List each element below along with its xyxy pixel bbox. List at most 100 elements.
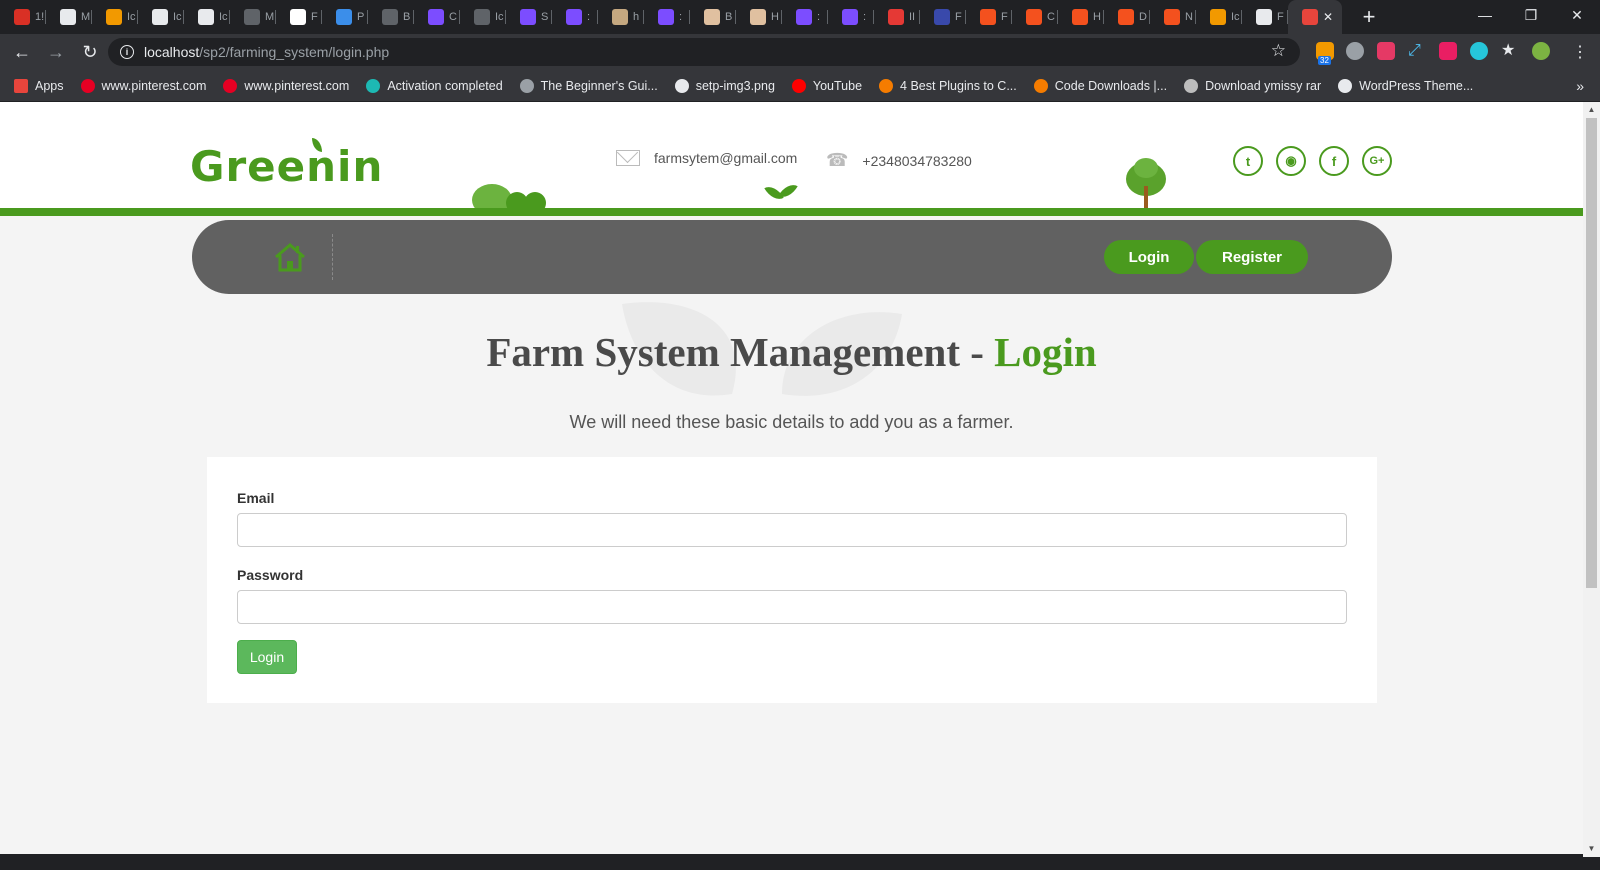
- bookmark-apps[interactable]: Apps: [14, 78, 64, 93]
- mail-icon: [616, 150, 640, 166]
- scrollbar-thumb[interactable]: [1586, 118, 1597, 588]
- browser-tab[interactable]: II: [874, 0, 920, 34]
- site-logo[interactable]: Greenin: [190, 142, 383, 191]
- browser-tab[interactable]: Ic: [184, 0, 230, 34]
- site-info-icon[interactable]: i: [120, 45, 134, 59]
- browser-tab[interactable]: N: [1150, 0, 1196, 34]
- browser-tab[interactable]: P: [322, 0, 368, 34]
- browser-menu-icon[interactable]: ⋮: [1572, 42, 1588, 62]
- scroll-up-arrow-icon[interactable]: ▲: [1583, 102, 1600, 118]
- bookmark-item[interactable]: 4 Best Plugins to C...: [879, 78, 1017, 93]
- camera-extension-icon[interactable]: [1346, 42, 1364, 60]
- browser-tab-active[interactable]: ✕: [1288, 0, 1342, 34]
- url-text[interactable]: localhost/sp2/farming_system/login.php: [144, 44, 389, 60]
- close-window-button[interactable]: ✕: [1554, 0, 1600, 30]
- google-plus-icon[interactable]: G+: [1362, 146, 1392, 176]
- tab-favicon-icon: [14, 9, 30, 25]
- browser-tab[interactable]: H: [1058, 0, 1104, 34]
- browser-tab[interactable]: F: [1242, 0, 1288, 34]
- bookmark-favicon-icon: [80, 78, 95, 93]
- page-scrollbar[interactable]: ▲ ▼: [1583, 102, 1600, 857]
- tab-favicon-icon: [520, 9, 536, 25]
- profile-avatar[interactable]: [1532, 42, 1550, 60]
- browser-tab[interactable]: Ic: [1196, 0, 1242, 34]
- forward-button[interactable]: →: [40, 36, 72, 68]
- bookmark-item[interactable]: WordPress Theme...: [1338, 78, 1473, 93]
- bookmark-item[interactable]: Activation completed: [366, 78, 503, 93]
- tab-close-icon[interactable]: ✕: [1323, 10, 1333, 24]
- back-button[interactable]: ←: [6, 36, 38, 68]
- m-extension-icon[interactable]: [1470, 42, 1488, 60]
- browser-tab[interactable]: h: [598, 0, 644, 34]
- browser-tab[interactable]: :: [828, 0, 874, 34]
- bookmark-label: Apps: [35, 78, 64, 93]
- tab-favicon-icon: [1026, 9, 1042, 25]
- browser-tab[interactable]: :: [782, 0, 828, 34]
- browser-tab[interactable]: B: [368, 0, 414, 34]
- browser-tab[interactable]: C: [414, 0, 460, 34]
- tab-favicon-icon: [842, 9, 858, 25]
- restore-button[interactable]: ❐: [1508, 0, 1554, 30]
- bookmarks-bar: Apps www.pinterest.com www.pinterest.com Ac…: [0, 70, 1600, 102]
- tab-favicon-icon: [934, 9, 950, 25]
- bookmark-item[interactable]: Download ymissy rar: [1184, 78, 1321, 93]
- nav-login-button[interactable]: Login: [1104, 240, 1194, 274]
- tab-favicon-icon: [106, 9, 122, 25]
- bookmark-item[interactable]: Code Downloads |...: [1033, 78, 1167, 93]
- facebook-icon[interactable]: f: [1319, 146, 1349, 176]
- expand-extension-icon[interactable]: ⤢: [1408, 42, 1426, 60]
- minimize-button[interactable]: —: [1462, 0, 1508, 30]
- browser-tab[interactable]: C: [1012, 0, 1058, 34]
- page-viewport: Greenin farmsytem@gmail.com ☎ +234803478…: [0, 102, 1583, 857]
- scroll-down-arrow-icon[interactable]: ▼: [1583, 841, 1600, 857]
- browser-tab[interactable]: B: [690, 0, 736, 34]
- bookmark-label: YouTube: [812, 78, 863, 93]
- browser-tab[interactable]: Ic: [460, 0, 506, 34]
- bookmark-item[interactable]: setp-img3.png: [674, 78, 775, 93]
- browser-tab[interactable]: :: [644, 0, 690, 34]
- browser-tab[interactable]: :: [552, 0, 598, 34]
- bookmarks-overflow-icon[interactable]: »: [1576, 78, 1584, 94]
- phone-text: +2348034783280: [862, 152, 972, 169]
- email-field[interactable]: [237, 513, 1347, 547]
- login-submit-button[interactable]: Login: [237, 640, 297, 674]
- browser-tab[interactable]: 1!: [0, 0, 46, 34]
- bookmark-label: Activation completed: [387, 78, 503, 93]
- bookmark-item[interactable]: www.pinterest.com: [223, 78, 349, 93]
- browser-tab[interactable]: H: [736, 0, 782, 34]
- browser-tab[interactable]: M: [46, 0, 92, 34]
- reload-button[interactable]: ↻: [74, 36, 106, 68]
- bookmark-label: www.pinterest.com: [101, 78, 207, 93]
- password-field[interactable]: [237, 590, 1347, 624]
- browser-tab[interactable]: F: [276, 0, 322, 34]
- browser-tab[interactable]: F: [920, 0, 966, 34]
- new-tab-button[interactable]: +: [1352, 4, 1386, 30]
- upwork-extension-icon[interactable]: [1439, 42, 1457, 60]
- browser-tab[interactable]: D: [1104, 0, 1150, 34]
- bookmark-item[interactable]: The Beginner's Gui...: [519, 78, 658, 93]
- tab-title: F: [1001, 11, 1008, 23]
- nav-register-button[interactable]: Register: [1196, 240, 1308, 274]
- address-bar[interactable]: i localhost/sp2/farming_system/login.php…: [108, 38, 1300, 66]
- browser-tab[interactable]: Ic: [138, 0, 184, 34]
- browser-tab[interactable]: S: [506, 0, 552, 34]
- bookmark-star-icon[interactable]: ☆: [1271, 41, 1286, 61]
- puzzle-extensions-icon[interactable]: ★: [1501, 42, 1519, 60]
- plus-extension-icon[interactable]: [1377, 42, 1395, 60]
- bookmark-item[interactable]: www.pinterest.com: [80, 78, 207, 93]
- twitter-icon[interactable]: t: [1233, 146, 1263, 176]
- apps-grid-icon: [14, 78, 28, 93]
- tab-title: H: [771, 11, 779, 23]
- main-navbar: Login Register: [192, 220, 1392, 294]
- tab-favicon-icon: [336, 9, 352, 25]
- home-icon[interactable]: [274, 242, 306, 272]
- tab-favicon-icon: [290, 9, 306, 25]
- bookmark-item[interactable]: YouTube: [791, 78, 863, 93]
- browser-tab[interactable]: F: [966, 0, 1012, 34]
- browser-tab[interactable]: Ic: [92, 0, 138, 34]
- tab-favicon-icon: [888, 9, 904, 25]
- tab-title: S: [541, 11, 549, 23]
- tab-favicon-icon: [1118, 9, 1134, 25]
- instagram-icon[interactable]: ◉: [1276, 146, 1306, 176]
- browser-tab[interactable]: M: [230, 0, 276, 34]
